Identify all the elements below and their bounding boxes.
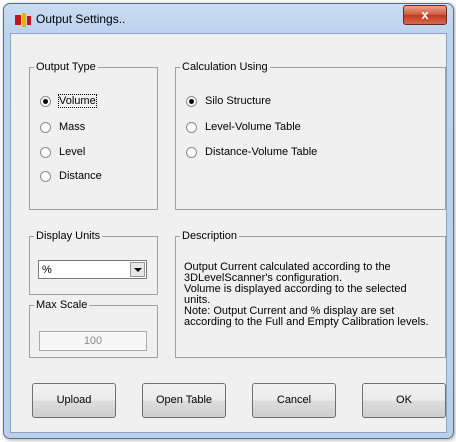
close-icon: x — [421, 7, 429, 22]
radio-silo-structure[interactable]: Silo Structure — [186, 93, 271, 109]
radio-volume[interactable]: Volume — [40, 93, 97, 109]
output-settings-window: Output Settings.. x Output Type Volume M… — [3, 3, 454, 439]
radio-volume-indicator[interactable] — [40, 95, 51, 107]
display-units-group: Display Units % — [29, 230, 158, 295]
upload-button[interactable]: Upload — [32, 383, 116, 418]
description-group: Description Output Current calculated ac… — [175, 230, 446, 358]
display-units-dropdown[interactable]: % — [38, 260, 147, 279]
radio-silo-structure-indicator[interactable] — [186, 95, 197, 107]
description-text: Output Current calculated according to t… — [184, 262, 436, 328]
radio-distance-volume-table-indicator[interactable] — [186, 146, 197, 158]
calculation-using-group: Calculation Using Silo Structure Level-V… — [175, 61, 446, 210]
app-logo-icon — [15, 13, 31, 27]
title-bar[interactable]: Output Settings.. x — [4, 4, 453, 34]
radio-level[interactable]: Level — [40, 144, 85, 160]
radio-level-volume-table[interactable]: Level-Volume Table — [186, 119, 301, 135]
max-scale-input[interactable]: 100 — [39, 331, 147, 351]
output-type-group: Output Type Volume Mass Level Distance — [29, 61, 158, 210]
radio-level-indicator[interactable] — [40, 146, 51, 158]
radio-level-label: Level — [59, 146, 86, 158]
radio-distance-indicator[interactable] — [40, 170, 51, 182]
calculation-using-legend: Calculation Using — [182, 61, 268, 73]
output-type-legend: Output Type — [36, 61, 96, 73]
cancel-button[interactable]: Cancel — [252, 383, 336, 418]
description-legend: Description — [182, 230, 238, 242]
radio-volume-label: Volume — [58, 94, 97, 108]
radio-distance-label: Distance — [59, 170, 102, 182]
max-scale-group: Max Scale 100 — [29, 299, 158, 358]
display-units-legend: Display Units — [36, 230, 101, 242]
max-scale-legend: Max Scale — [36, 299, 88, 311]
close-button[interactable]: x — [403, 5, 447, 25]
ok-button[interactable]: OK — [362, 383, 446, 418]
description-line: according to the Full and Empty Calibrat… — [184, 316, 429, 328]
window-title: Output Settings.. — [36, 12, 126, 26]
dialog-body: Output Type Volume Mass Level Distance C… — [10, 33, 447, 433]
description-line: Volume is displayed according to the sel… — [184, 283, 407, 295]
radio-distance[interactable]: Distance — [40, 168, 102, 184]
radio-mass[interactable]: Mass — [40, 119, 85, 135]
open-table-button[interactable]: Open Table — [142, 383, 226, 418]
chevron-down-icon[interactable] — [130, 262, 145, 277]
radio-distance-volume-table-label: Distance-Volume Table — [205, 146, 318, 158]
display-units-value: % — [42, 264, 52, 276]
radio-mass-indicator[interactable] — [40, 121, 51, 133]
radio-silo-structure-label: Silo Structure — [205, 95, 272, 107]
radio-mass-label: Mass — [59, 121, 86, 133]
radio-level-volume-table-indicator[interactable] — [186, 121, 197, 133]
radio-level-volume-table-label: Level-Volume Table — [205, 121, 301, 133]
radio-distance-volume-table[interactable]: Distance-Volume Table — [186, 144, 317, 160]
